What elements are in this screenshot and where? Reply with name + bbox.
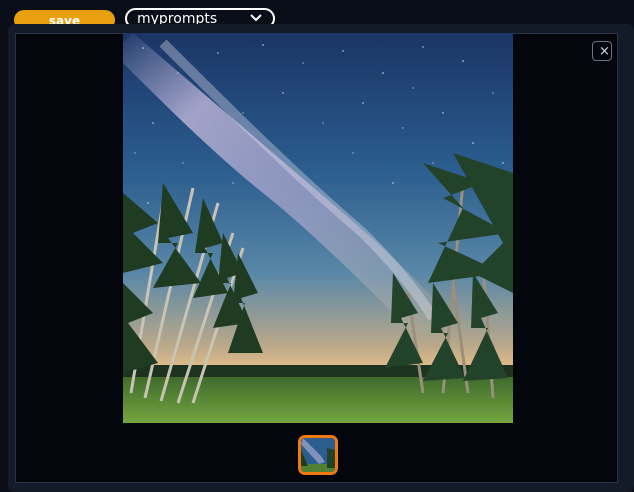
thumbnail-image <box>301 438 335 472</box>
preview-window: save preview myprompts <box>0 0 634 492</box>
close-icon[interactable]: × <box>592 41 612 61</box>
night-sky-forest-image <box>123 33 513 423</box>
preview-image[interactable] <box>123 33 513 423</box>
chevron-down-icon <box>250 14 262 22</box>
thumbnail-item-selected[interactable] <box>298 435 338 475</box>
